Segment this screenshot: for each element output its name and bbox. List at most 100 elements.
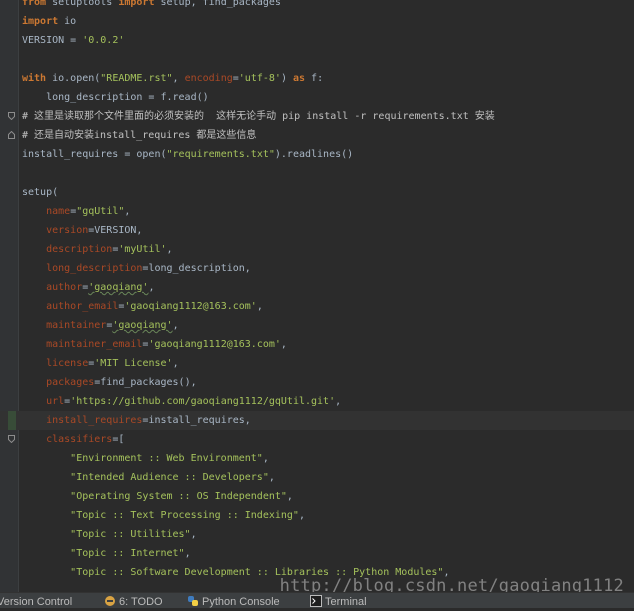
code-text: install_requires = xyxy=(22,149,137,160)
code-line-7[interactable]: # 这里是读取那个文件里面的必须安装的 这样无论手动 pip install -… xyxy=(0,107,634,126)
param-name: author xyxy=(46,282,83,293)
code-line-18[interactable]: maintainer='gaoqiang', xyxy=(0,316,634,335)
code-text: , xyxy=(184,548,191,559)
param-name: author_email xyxy=(46,301,119,312)
code-line-22[interactable]: url='https://github.com/gaoqiang1112/gqU… xyxy=(0,392,634,411)
param-name: version xyxy=(46,225,89,236)
python-console-icon xyxy=(187,595,199,607)
code-line-26[interactable]: "Intended Audience :: Developers", xyxy=(0,468,634,487)
code-line-6[interactable]: long_description = f.read() xyxy=(0,88,634,107)
code-text: =find_packages(), xyxy=(94,377,197,388)
code-line-11[interactable]: setup( xyxy=(0,183,634,202)
code-text: , xyxy=(148,282,155,293)
fold-marker-icon[interactable] xyxy=(8,112,15,120)
code-line-14[interactable]: description='myUtil', xyxy=(0,240,634,259)
builtin-function: open xyxy=(136,149,161,160)
string-literal: "Environment :: Web Environment" xyxy=(70,453,263,464)
code-text: =VERSION, xyxy=(88,225,143,236)
code-editor[interactable]: from setuptools import setup, find_packa… xyxy=(0,0,634,592)
code-line-2[interactable]: import io xyxy=(0,12,634,31)
code-text: setup, find_packages xyxy=(154,0,281,8)
watermark: http://blog.csdn.net/gaoqiang1112 xyxy=(279,576,624,592)
code-line-28[interactable]: "Topic :: Text Processing :: Indexing", xyxy=(0,506,634,525)
code-text: , xyxy=(268,472,275,483)
string-literal: "gqUtil" xyxy=(76,206,125,217)
string-literal: 'myUtil' xyxy=(118,244,167,255)
code-line-9[interactable]: install_requires = open("requirements.tx… xyxy=(0,145,634,164)
string-literal: 'gaoqiang' xyxy=(88,282,149,293)
python-console-label: Python Console xyxy=(202,596,280,608)
code-line-19[interactable]: maintainer_email='gaoqiang1112@163.com', xyxy=(0,335,634,354)
code-text: setuptools xyxy=(46,0,119,8)
param-name: description xyxy=(46,244,113,255)
code-text: io xyxy=(58,16,77,27)
fold-marker-icon[interactable] xyxy=(8,131,15,139)
code-line-25[interactable]: "Environment :: Web Environment", xyxy=(0,449,634,468)
keyword: as xyxy=(292,73,306,84)
todo-icon xyxy=(104,595,116,607)
change-marker xyxy=(8,411,16,430)
param-name: install_requires xyxy=(46,415,143,426)
code-text: , xyxy=(190,529,197,540)
code-line-15[interactable]: long_description=long_description, xyxy=(0,259,634,278)
code-line-21[interactable]: packages=find_packages(), xyxy=(0,373,634,392)
terminal-icon xyxy=(310,595,322,607)
param-name: url xyxy=(46,396,65,407)
code-text: , xyxy=(172,358,179,369)
string-literal: 'gaoqiang' xyxy=(112,320,173,331)
fold-marker-icon[interactable] xyxy=(8,435,15,443)
code-line-10[interactable] xyxy=(0,164,634,183)
code-line-12[interactable]: name="gqUtil", xyxy=(0,202,634,221)
tool-window-bar: Version Control 6: TODO Python Console T… xyxy=(0,592,634,608)
param-name: license xyxy=(46,358,89,369)
code-line-24[interactable]: classifiers=[ xyxy=(0,430,634,449)
code-text: ) xyxy=(280,73,293,84)
todo-label: 6: TODO xyxy=(119,596,163,608)
code-text: , xyxy=(298,510,305,521)
string-literal: "Topic :: Utilities" xyxy=(70,529,191,540)
keyword: with xyxy=(22,73,47,84)
code-line-23[interactable]: install_requires=install_requires, xyxy=(0,411,634,430)
code-text: =[ xyxy=(112,434,125,445)
string-literal: 'utf-8' xyxy=(238,73,281,84)
code-line-5[interactable]: with io.open("README.rst", encoding='utf… xyxy=(0,69,634,88)
code-text: setup( xyxy=(22,187,59,198)
code-text: , xyxy=(286,491,293,502)
string-literal: 'MIT License' xyxy=(94,358,173,369)
code-text: io.open( xyxy=(46,73,101,84)
code-line-20[interactable]: license='MIT License', xyxy=(0,354,634,373)
string-literal: "Intended Audience :: Developers" xyxy=(70,472,269,483)
terminal-label: Terminal xyxy=(325,596,367,608)
code-text: , xyxy=(262,453,269,464)
code-text: , xyxy=(256,301,263,312)
code-line-27[interactable]: "Operating System :: OS Independent", xyxy=(0,487,634,506)
param-name: long_description xyxy=(46,263,143,274)
param-name: packages xyxy=(46,377,95,388)
comment: # 这里是读取那个文件里面的必须安装的 这样无论手动 pip install -… xyxy=(22,111,495,122)
code-area[interactable]: from setuptools import setup, find_packa… xyxy=(0,0,634,582)
keyword: from xyxy=(22,0,47,8)
code-text: , xyxy=(166,244,173,255)
param-name: maintainer xyxy=(46,320,107,331)
string-literal: "requirements.txt" xyxy=(166,149,275,160)
code-text: , xyxy=(172,73,185,84)
code-text: long_description = f.read() xyxy=(22,92,209,103)
param-name: name xyxy=(46,206,71,217)
code-text: VERSION = xyxy=(22,35,83,46)
comment: # 还是自动安装install_requires 都是这些信息 xyxy=(22,130,257,141)
code-line-4[interactable] xyxy=(0,50,634,69)
code-line-17[interactable]: author_email='gaoqiang1112@163.com', xyxy=(0,297,634,316)
keyword: import xyxy=(118,0,155,8)
code-text: =install_requires, xyxy=(142,415,251,426)
code-line-13[interactable]: version=VERSION, xyxy=(0,221,634,240)
version-control-label: Version Control xyxy=(0,596,73,608)
string-literal: 'https://github.com/gaoqiang1112/gqUtil.… xyxy=(70,396,336,407)
code-text: ).readlines() xyxy=(274,149,354,160)
code-line-3[interactable]: VERSION = '0.0.2' xyxy=(0,31,634,50)
code-line-1[interactable]: from setuptools import setup, find_packa… xyxy=(0,0,634,12)
code-line-16[interactable]: author='gaoqiang', xyxy=(0,278,634,297)
code-line-8[interactable]: # 还是自动安装install_requires 都是这些信息 xyxy=(0,126,634,145)
code-line-29[interactable]: "Topic :: Utilities", xyxy=(0,525,634,544)
string-literal: "Operating System :: OS Independent" xyxy=(70,491,287,502)
code-line-30[interactable]: "Topic :: Internet", xyxy=(0,544,634,563)
